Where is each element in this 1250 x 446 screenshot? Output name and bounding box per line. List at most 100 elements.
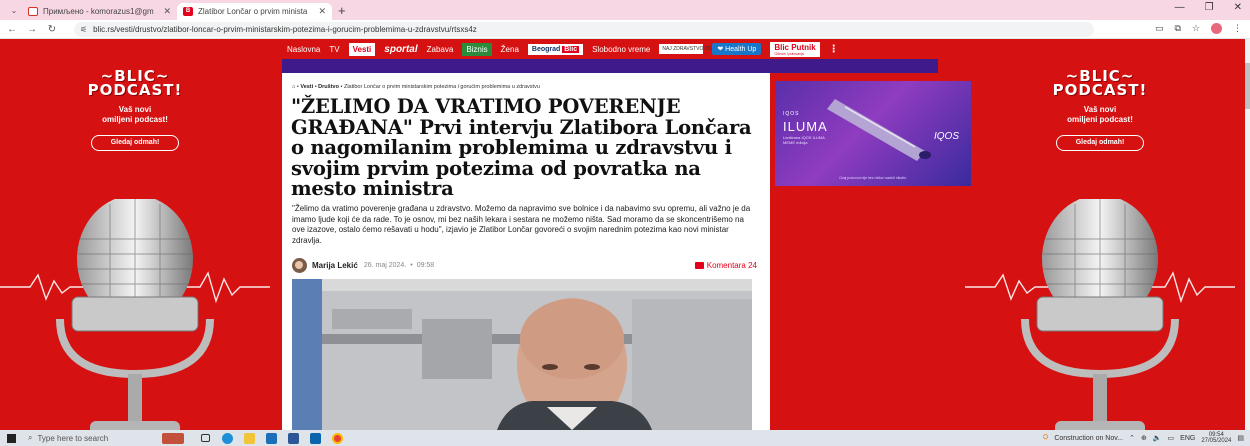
store-icon[interactable] — [260, 431, 282, 445]
nav-tv[interactable]: TV — [329, 45, 339, 54]
putnik-brand: Blic — [774, 42, 789, 52]
word-icon[interactable] — [282, 431, 304, 445]
site-info-icon[interactable]: ⚟ — [80, 25, 87, 34]
nav-more-icon[interactable]: ⋮ — [829, 44, 839, 55]
web-page: Naslovna TV Vesti sportal Zabava Biznis … — [0, 39, 1245, 430]
back-icon[interactable]: ← — [4, 24, 20, 35]
podcast-subtitle-line2: omiljeni podcast! — [102, 115, 168, 124]
volume-icon[interactable]: 🔈 — [1153, 434, 1162, 442]
site-nav: Naslovna TV Vesti sportal Zabava Biznis … — [280, 39, 975, 59]
nav-biznis[interactable]: Biznis — [462, 42, 492, 56]
author-avatar[interactable] — [292, 257, 307, 273]
taskbar-search[interactable]: ⌕ Type here to search — [22, 431, 162, 445]
task-view-icon[interactable] — [194, 431, 216, 445]
podcast-subtitle: Vaš novi omiljeni podcast! — [0, 105, 270, 125]
date-separator: • — [410, 261, 413, 269]
nav-vesti[interactable]: Vesti — [348, 42, 376, 56]
iqos-brand: IQOS — [783, 111, 800, 117]
outlook-icon[interactable] — [304, 431, 326, 445]
close-tab-icon[interactable]: ✕ — [318, 6, 326, 17]
language-indicator[interactable]: ENG — [1180, 435, 1195, 442]
new-tab-button[interactable]: + — [338, 3, 346, 20]
forward-icon[interactable]: → — [24, 24, 40, 35]
weather-icon[interactable]: ⛭ — [1043, 434, 1049, 442]
weather-text[interactable]: Construction on Nov... — [1054, 435, 1123, 442]
health-up-label: Health Up — [725, 46, 757, 53]
iqos-desc: Limitirana IQOS ILUMA MEME edicija — [783, 135, 825, 145]
bookmark-star-icon[interactable]: ☆ — [1192, 23, 1200, 34]
gledaj-odmah-button[interactable]: Gledaj odmah! — [1056, 135, 1144, 151]
publish-time: 09:58 — [416, 261, 435, 269]
tab-search-icon[interactable]: ⌄ — [6, 0, 22, 20]
iqos-ad[interactable]: IQOS ILUMA Limitirana IQOS ILUMA MEME ed… — [775, 81, 971, 186]
top-banner-ad[interactable] — [282, 59, 938, 73]
system-tray: ⛭ Construction on Nov... ⌃ ⊕ 🔈 ▭ ENG 09:… — [1043, 430, 1244, 446]
url-text: blic.rs/vesti/drustvo/zlatibor-loncar-o-… — [93, 25, 477, 34]
article-photo[interactable] — [292, 279, 752, 430]
reload-icon[interactable]: ↻ — [44, 24, 60, 35]
gledaj-odmah-button[interactable]: Gledaj odmah! — [91, 135, 179, 151]
profile-avatar[interactable] — [1211, 23, 1222, 34]
breadcrumb-separator: • — [340, 84, 343, 90]
close-window-icon[interactable]: ✕ — [1234, 2, 1242, 13]
podcast-ad-left[interactable]: ~BLIC~ PODCAST! Vaš novi omiljeni podcas… — [0, 59, 270, 430]
scrollbar-thumb[interactable] — [1245, 63, 1250, 109]
microphone-icon — [1021, 199, 1179, 430]
breadcrumb-current: Zlatibor Lončar o prvim ministarskim pot… — [343, 84, 540, 90]
article-lead: "Želimo da vratimo poverenje građana u z… — [292, 204, 751, 245]
breadcrumb-vesti[interactable]: Vesti — [300, 84, 313, 90]
battery-icon[interactable]: ▭ — [1168, 434, 1175, 442]
clock[interactable]: 09:54 27/05/2024 — [1201, 432, 1231, 444]
home-icon[interactable]: ⌂ — [292, 84, 295, 90]
tray-chevron-icon[interactable]: ⌃ — [1129, 434, 1135, 442]
browser-tab-gmail[interactable]: Примљено - komorazus1@gm ✕ — [22, 3, 177, 20]
article-headline: "ŽELIMO DA VRATIMO POVERENJE GRAĐANA" Pr… — [291, 95, 752, 200]
comments-link[interactable]: Komentara 24 — [694, 260, 757, 270]
edge-icon[interactable] — [216, 431, 238, 445]
network-icon[interactable]: ⊕ — [1141, 434, 1147, 442]
podcast-subtitle-line1: Vaš novi — [118, 105, 152, 114]
windows-taskbar: ⌕ Type here to search ⛭ Construction on … — [0, 430, 1250, 446]
notifications-icon[interactable]: ▤ — [1237, 434, 1244, 442]
page-scrollbar[interactable] — [1245, 39, 1250, 430]
podcast-ad-right[interactable]: ~BLIC~ PODCAST! Vaš novi omiljeni podcas… — [965, 59, 1235, 430]
photo-image — [292, 279, 752, 430]
translate-icon[interactable]: ⧉ — [1174, 23, 1180, 34]
publish-date: 26. maj 2024. — [363, 261, 407, 269]
browser-tab-blic[interactable]: B Zlatibor Lončar o prvim ministа ✕ — [177, 3, 332, 20]
blic-icon: B — [183, 7, 193, 16]
comments-count: Komentara 24 — [706, 260, 757, 270]
chrome-icon[interactable] — [326, 431, 348, 445]
putnik-sub: Odmori i putovanja — [774, 51, 804, 56]
podcast-logo-line2: PODCAST! — [87, 81, 183, 99]
menu-kebab-icon[interactable]: ⋮ — [1233, 23, 1242, 34]
microphone-icon — [56, 199, 214, 430]
url-input[interactable]: ⚟ blic.rs/vesti/drustvo/zlatibor-loncar-… — [74, 22, 1094, 37]
nav-naj-zdravstvo[interactable]: NAJ ZDRAVSTVO 2024 — [659, 44, 716, 54]
cast-icon[interactable]: ▭ — [1155, 23, 1164, 34]
nav-slobodno-vreme[interactable]: Slobodno vreme — [592, 45, 650, 54]
breadcrumb: ⌂ • Vesti • Društvo • Zlatibor Lončar o … — [292, 84, 540, 90]
podcast-subtitle: Vaš novi omiljeni podcast! — [965, 105, 1235, 125]
restore-icon[interactable]: ❐ — [1205, 2, 1214, 13]
breadcrumb-drustvo[interactable]: Društvo — [318, 84, 339, 90]
nav-health-up[interactable]: ❤ Health Up — [712, 43, 762, 55]
file-explorer-icon[interactable] — [238, 431, 260, 445]
nav-zabava[interactable]: Zabava — [427, 45, 454, 54]
comment-icon — [694, 261, 704, 269]
nav-blic-putnik[interactable]: Blic Putnik Odmori i putovanja — [770, 41, 820, 57]
clock-date: 27/05/2024 — [1201, 438, 1232, 444]
byline: Marija Lekić 26. maj 2024. • 09:58 Komen… — [292, 257, 757, 273]
taskbar-app-game[interactable] — [162, 431, 184, 445]
tab-title: Примљено - komorazus1@gm — [43, 7, 154, 16]
windows-logo-icon — [6, 433, 16, 443]
nav-beograd[interactable]: Beograd Blic — [527, 43, 584, 55]
close-tab-icon[interactable]: ✕ — [163, 6, 171, 17]
nav-naslovna[interactable]: Naslovna — [287, 45, 320, 54]
minimize-icon[interactable]: — — [1175, 2, 1185, 13]
tab-title: Zlatibor Lončar o prvim ministа — [198, 7, 308, 16]
author-name[interactable]: Marija Lekić — [312, 261, 358, 270]
start-button[interactable] — [0, 433, 22, 443]
nav-zena[interactable]: Žena — [501, 45, 519, 54]
nav-sportal[interactable]: sportal — [384, 44, 417, 55]
